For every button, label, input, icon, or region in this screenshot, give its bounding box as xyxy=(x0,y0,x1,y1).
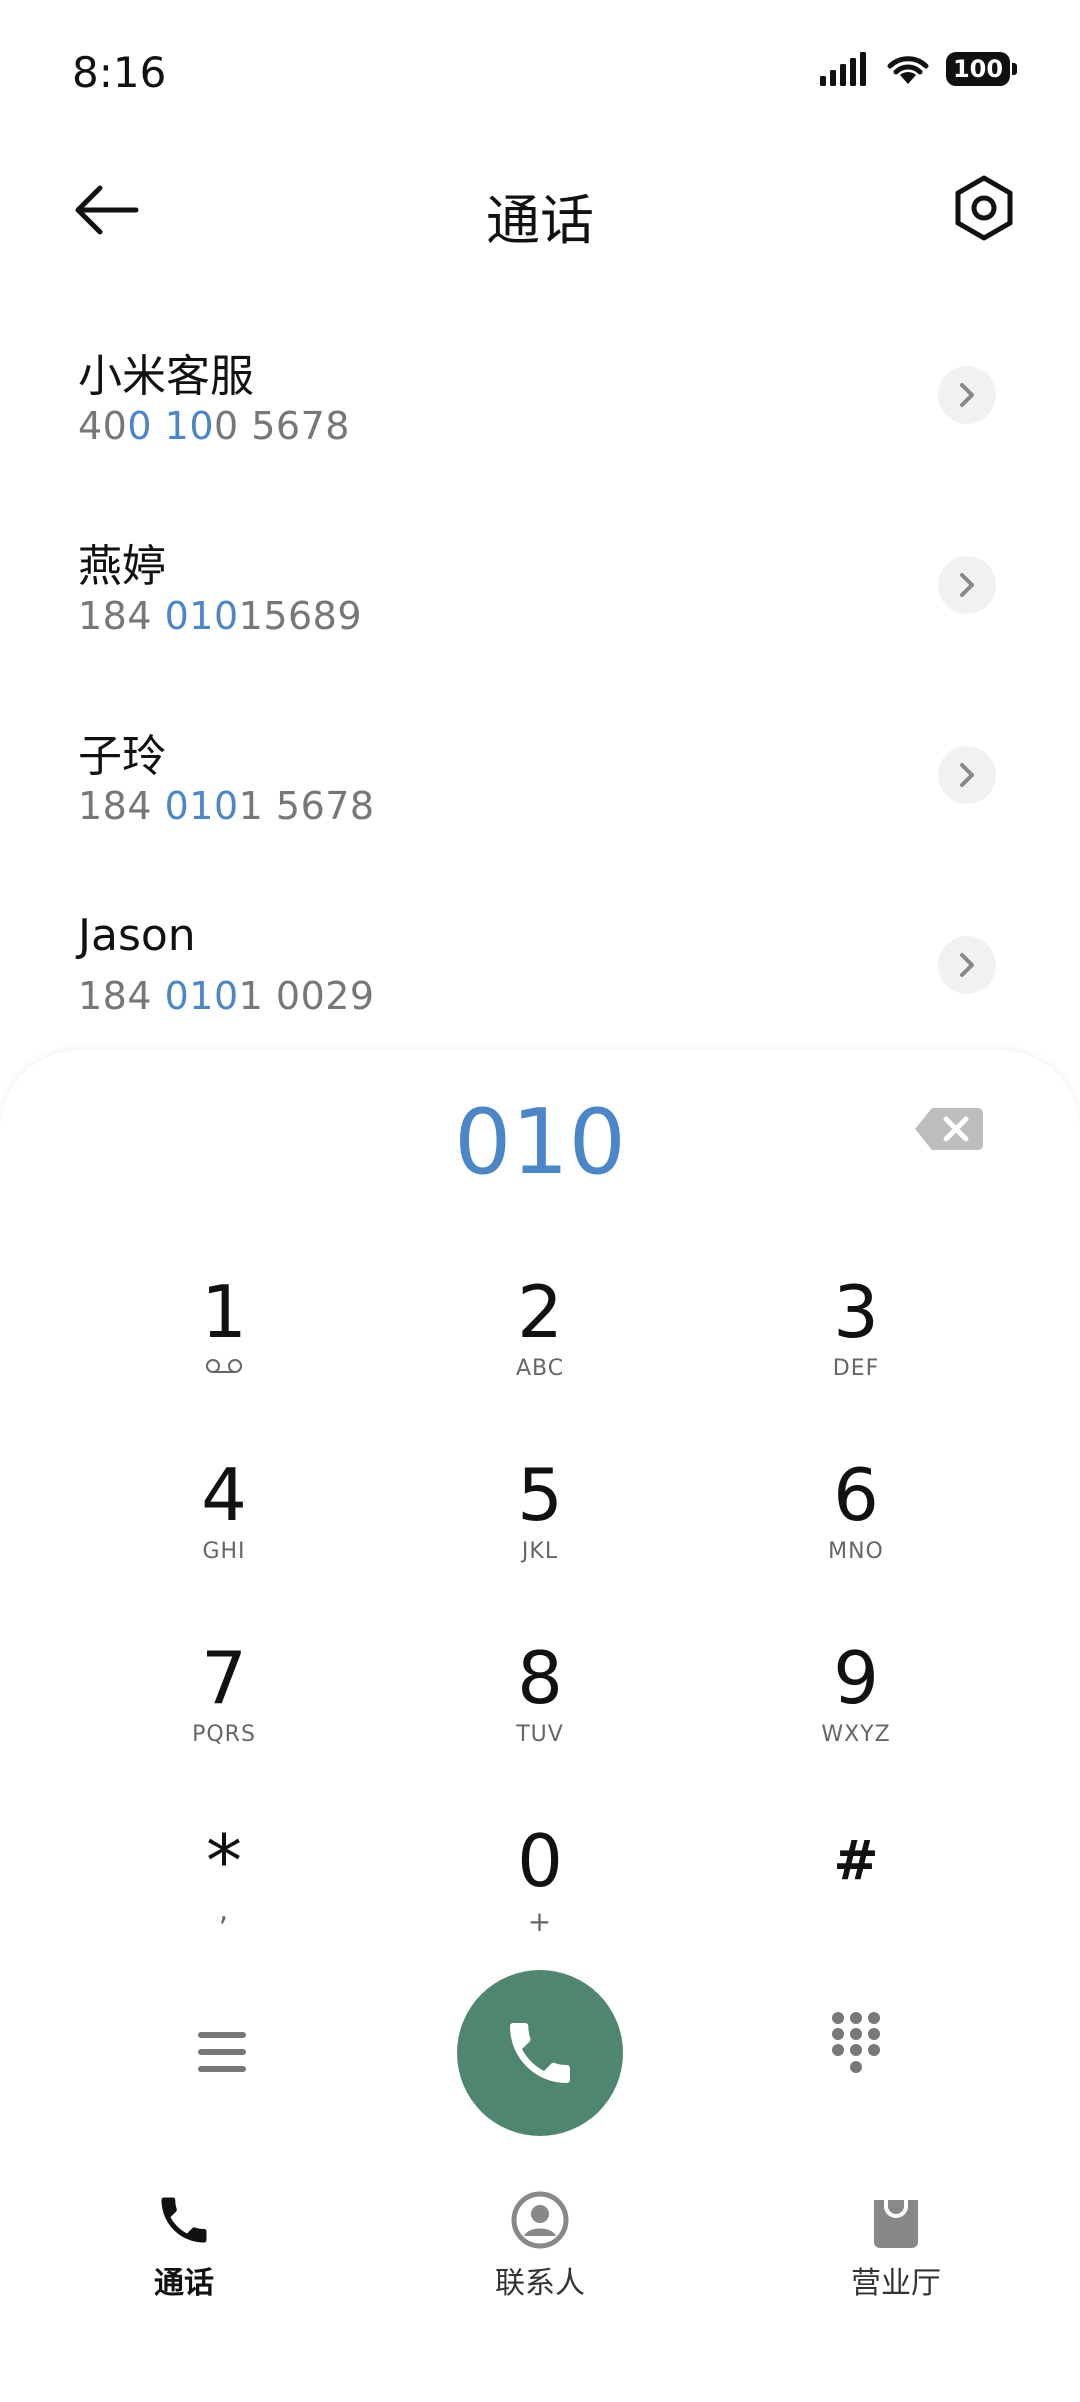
nav-label: 营业厅 xyxy=(851,2266,941,2301)
contact-list: 小米客服 400 100 5678 燕婷 184 01015689 子玲 184… xyxy=(0,300,1080,1060)
backspace-icon xyxy=(915,1108,983,1150)
shopping-bag-icon xyxy=(874,2194,918,2248)
nav-item-contacts[interactable]: 联系人 xyxy=(440,2190,640,2302)
delete-button[interactable] xyxy=(914,1106,984,1152)
contact-detail-button[interactable] xyxy=(938,556,996,614)
contact-detail-button[interactable] xyxy=(938,936,996,994)
key-5[interactable]: 5 JKL xyxy=(440,1453,640,1603)
chevron-right-icon xyxy=(960,573,974,597)
status-icons: 100 xyxy=(820,52,1017,86)
contact-name: 燕婷 xyxy=(78,541,166,592)
contact-row[interactable]: Jason 184 0101 0029 xyxy=(0,870,1080,1060)
chevron-right-icon xyxy=(960,763,974,787)
settings-button[interactable] xyxy=(948,172,1020,244)
key-3[interactable]: 3 DEF xyxy=(756,1270,956,1420)
nav-label: 联系人 xyxy=(495,2266,585,2301)
phone-icon xyxy=(161,2197,207,2243)
key-7[interactable]: 7 PQRS xyxy=(124,1636,324,1786)
keypad-toggle-button[interactable] xyxy=(830,2010,882,2076)
contact-row[interactable]: 小米客服 400 100 5678 xyxy=(0,300,1080,490)
key-4[interactable]: 4 GHI xyxy=(124,1453,324,1603)
header: 通话 xyxy=(0,150,1080,270)
contact-number: 184 0101 5678 xyxy=(78,784,375,828)
chevron-right-icon xyxy=(960,953,974,977)
status-time: 8:16 xyxy=(72,48,167,97)
contact-row[interactable]: 燕婷 184 01015689 xyxy=(0,490,1080,680)
key-star[interactable]: * , xyxy=(124,1819,324,1969)
contact-number: 400 100 5678 xyxy=(78,404,350,448)
contact-number: 184 0101 0029 xyxy=(78,974,375,1018)
key-0[interactable]: 0 + xyxy=(440,1819,640,1969)
contact-detail-button[interactable] xyxy=(938,746,996,804)
signal-icon xyxy=(820,52,866,86)
contact-row[interactable]: 子玲 184 0101 5678 xyxy=(0,680,1080,870)
phone-icon xyxy=(510,2023,570,2083)
dialpad-icon xyxy=(832,2012,880,2073)
menu-icon xyxy=(198,2032,246,2072)
voicemail-icon xyxy=(206,1359,242,1373)
key-2[interactable]: 2 ABC xyxy=(440,1270,640,1420)
battery-icon: 100 xyxy=(946,52,1017,86)
wifi-icon xyxy=(887,56,929,84)
key-8[interactable]: 8 TUV xyxy=(440,1636,640,1786)
page-title: 通话 xyxy=(486,189,594,252)
key-9[interactable]: 9 WXYZ xyxy=(756,1636,956,1786)
status-bar: 8:16 100 xyxy=(0,0,1080,150)
contact-detail-button[interactable] xyxy=(938,366,996,424)
contact-name: 小米客服 xyxy=(78,351,254,402)
nav-item-store[interactable]: 营业厅 xyxy=(796,2190,996,2302)
call-button[interactable] xyxy=(457,1970,623,2136)
nav-label: 通话 xyxy=(154,2266,214,2301)
key-1[interactable]: 1 xyxy=(124,1270,324,1420)
contact-name: 子玲 xyxy=(78,731,166,782)
settings-icon xyxy=(955,175,1013,241)
key-6[interactable]: 6 MNO xyxy=(756,1453,956,1603)
nav-item-calls[interactable]: 通话 xyxy=(84,2190,284,2302)
contact-name: Jason xyxy=(78,910,196,961)
dialer-actions xyxy=(0,1970,1080,2150)
menu-button[interactable] xyxy=(196,2026,248,2078)
bottom-nav: 通话 联系人 营业厅 xyxy=(0,2190,1080,2340)
contact-number: 184 01015689 xyxy=(78,594,363,638)
person-icon xyxy=(511,2191,569,2249)
key-hash[interactable]: # xyxy=(756,1819,956,1969)
battery-level: 100 xyxy=(952,55,1004,83)
chevron-right-icon xyxy=(960,383,974,407)
